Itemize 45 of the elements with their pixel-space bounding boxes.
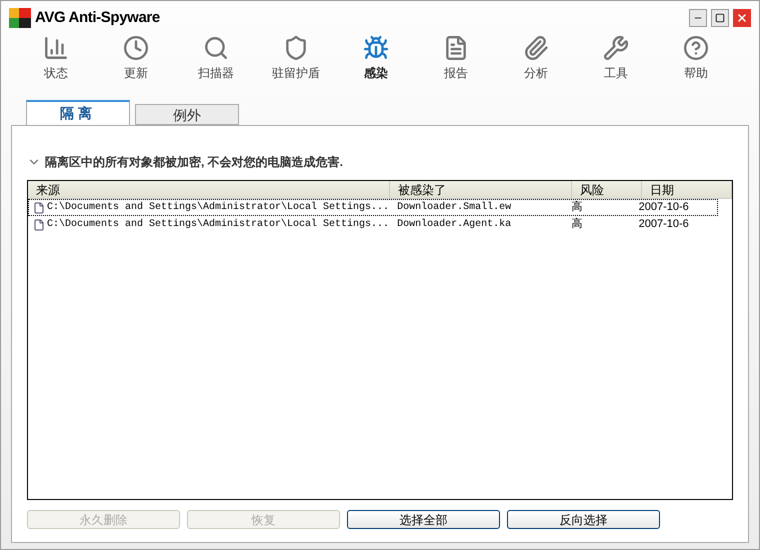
column-header[interactable]: 日期 — [642, 181, 732, 198]
table-cell-text: 高 — [571, 216, 582, 232]
question-icon — [683, 35, 709, 61]
nav-item[interactable]: 工具 — [576, 35, 656, 82]
wrench-icon — [603, 35, 629, 61]
nav-item[interactable]: 报告 — [416, 35, 496, 82]
magnifier-icon — [203, 35, 229, 61]
table-cell-text: 2007-10-6 — [638, 200, 689, 216]
action-button[interactable]: 反向选择 — [507, 510, 660, 529]
bar-chart-icon — [43, 35, 69, 61]
close-button[interactable] — [733, 9, 751, 27]
tab[interactable]: 例外 — [135, 104, 239, 125]
file-icon — [33, 202, 45, 214]
column-header[interactable]: 被感染了 — [390, 181, 572, 198]
action-button[interactable]: 选择全部 — [347, 510, 500, 529]
maximize-button[interactable] — [711, 9, 729, 27]
table-cell-text: Downloader.Small.ew — [397, 200, 512, 215]
nav-item[interactable]: 感染 — [336, 35, 416, 82]
maximize-icon — [715, 13, 725, 23]
table-row[interactable]: C:\Documents and Settings\Administrator\Local Settings... Downloader.Agent.ka 高 2007-10-6 — [28, 216, 718, 233]
shield-icon — [283, 35, 309, 61]
paperclip-icon — [523, 35, 549, 61]
table-cell-text: C:\Documents and Settings\Administrator\Local Settings... — [47, 218, 390, 232]
nav-item[interactable]: 扫描器 — [176, 35, 256, 82]
document-icon — [443, 35, 469, 61]
info-text: 隔离区中的所有对象都被加密, 不会对您的电脑造成危害. — [45, 154, 344, 171]
nav-item[interactable]: 分析 — [496, 35, 576, 82]
table-cell-text: Downloader.Agent.ka — [397, 218, 512, 232]
table-cell-text: 高 — [571, 200, 582, 216]
close-icon — [736, 12, 748, 24]
bug-icon — [363, 35, 389, 61]
table-cell-text: 2007-10-6 — [638, 217, 689, 232]
window-title: AVG Anti-Spyware — [35, 8, 160, 28]
column-header[interactable]: 来源 — [28, 181, 390, 198]
file-icon — [33, 218, 45, 230]
column-header[interactable]: 风险 — [572, 181, 642, 198]
nav-item[interactable]: 驻留护盾 — [256, 35, 336, 82]
table-cell-text: C:\Documents and Settings\Administrator\Local Settings... — [47, 200, 390, 215]
logo-icon — [9, 8, 31, 28]
table-row[interactable]: C:\Documents and Settings\Administrator\Local Settings... Downloader.Small.ew 高 2007-10-6 — [28, 199, 718, 216]
clock-icon — [123, 35, 149, 61]
nav-item[interactable]: 帮助 — [656, 35, 736, 82]
nav-item[interactable]: 状态 — [16, 35, 96, 82]
nav-item[interactable]: 更新 — [96, 35, 176, 82]
tab[interactable]: 隔离 — [26, 100, 130, 125]
